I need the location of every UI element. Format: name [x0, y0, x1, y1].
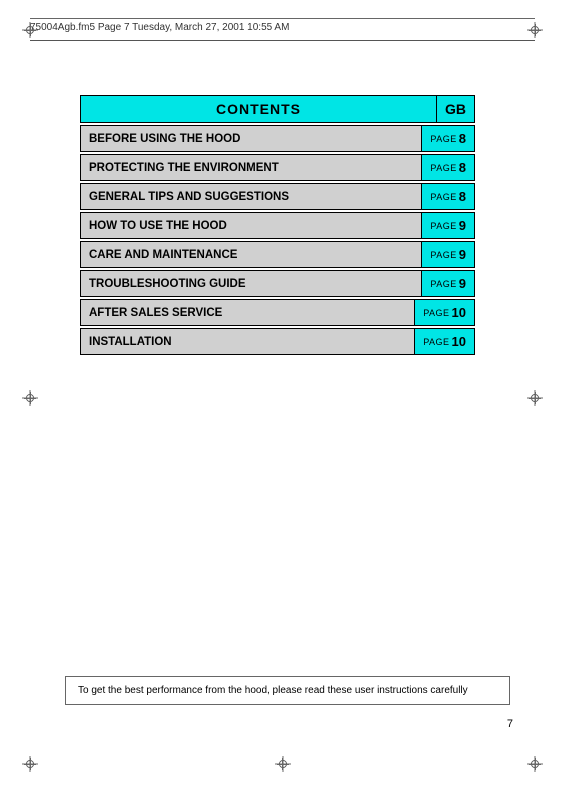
page-num-5: 9 [459, 276, 466, 291]
page-word-1: PAGE [430, 163, 456, 173]
toc-page-1: PAGE 8 [421, 155, 474, 180]
toc-label-6: AFTER SALES SERVICE [81, 300, 414, 325]
page-num-1: 8 [459, 160, 466, 175]
toc-row: TROUBLESHOOTING GUIDE PAGE 9 [80, 270, 475, 297]
page-word-0: PAGE [430, 134, 456, 144]
toc-page-5: PAGE 9 [421, 271, 474, 296]
header-text: 75004Agb.fm5 Page 7 Tuesday, March 27, 2… [30, 22, 535, 33]
toc-row: INSTALLATION PAGE 10 [80, 328, 475, 355]
bottom-note: To get the best performance from the hoo… [65, 676, 510, 705]
toc-row: AFTER SALES SERVICE PAGE 10 [80, 299, 475, 326]
page-num-7: 10 [452, 334, 466, 349]
crosshair-bottom-left [22, 756, 38, 772]
page-word-7: PAGE [423, 337, 449, 347]
page-num-0: 8 [459, 131, 466, 146]
toc-row: CARE AND MAINTENANCE PAGE 9 [80, 241, 475, 268]
toc-row: BEFORE USING THE HOOD PAGE 8 [80, 125, 475, 152]
toc-page-6: PAGE 10 [414, 300, 474, 325]
toc-page-0: PAGE 8 [421, 126, 474, 151]
toc-page-2: PAGE 8 [421, 184, 474, 209]
crosshair-mid-right [527, 390, 543, 406]
toc-label-7: INSTALLATION [81, 329, 414, 354]
contents-title: CONTENTS [81, 96, 436, 122]
contents-gb: GB [436, 96, 474, 122]
page-word-3: PAGE [430, 221, 456, 231]
toc-label-5: TROUBLESHOOTING GUIDE [81, 271, 421, 296]
toc-page-3: PAGE 9 [421, 213, 474, 238]
contents-header-row: CONTENTS GB [80, 95, 475, 123]
page-container: 75004Agb.fm5 Page 7 Tuesday, March 27, 2… [0, 0, 565, 800]
toc-label-1: PROTECTING THE ENVIRONMENT [81, 155, 421, 180]
toc-label-2: GENERAL TIPS AND SUGGESTIONS [81, 184, 421, 209]
crosshair-top-left [22, 22, 38, 38]
toc-row: HOW TO USE THE HOOD PAGE 9 [80, 212, 475, 239]
crosshair-bottom-right [527, 756, 543, 772]
crosshair-top-right [527, 22, 543, 38]
toc-label-0: BEFORE USING THE HOOD [81, 126, 421, 151]
toc-row: GENERAL TIPS AND SUGGESTIONS PAGE 8 [80, 183, 475, 210]
header-bar: 75004Agb.fm5 Page 7 Tuesday, March 27, 2… [30, 18, 535, 33]
page-num-6: 10 [452, 305, 466, 320]
crosshair-bottom-center [275, 756, 291, 772]
header-divider [30, 40, 535, 41]
page-num-3: 9 [459, 218, 466, 233]
toc-row: PROTECTING THE ENVIRONMENT PAGE 8 [80, 154, 475, 181]
toc-page-4: PAGE 9 [421, 242, 474, 267]
page-word-6: PAGE [423, 308, 449, 318]
page-num-2: 8 [459, 189, 466, 204]
crosshair-mid-left [22, 390, 38, 406]
page-number: 7 [507, 718, 513, 730]
toc-label-3: HOW TO USE THE HOOD [81, 213, 421, 238]
page-word-2: PAGE [430, 192, 456, 202]
page-num-4: 9 [459, 247, 466, 262]
toc-page-7: PAGE 10 [414, 329, 474, 354]
page-word-4: PAGE [430, 250, 456, 260]
page-word-5: PAGE [430, 279, 456, 289]
contents-area: CONTENTS GB BEFORE USING THE HOOD PAGE 8… [80, 95, 475, 357]
toc-label-4: CARE AND MAINTENANCE [81, 242, 421, 267]
